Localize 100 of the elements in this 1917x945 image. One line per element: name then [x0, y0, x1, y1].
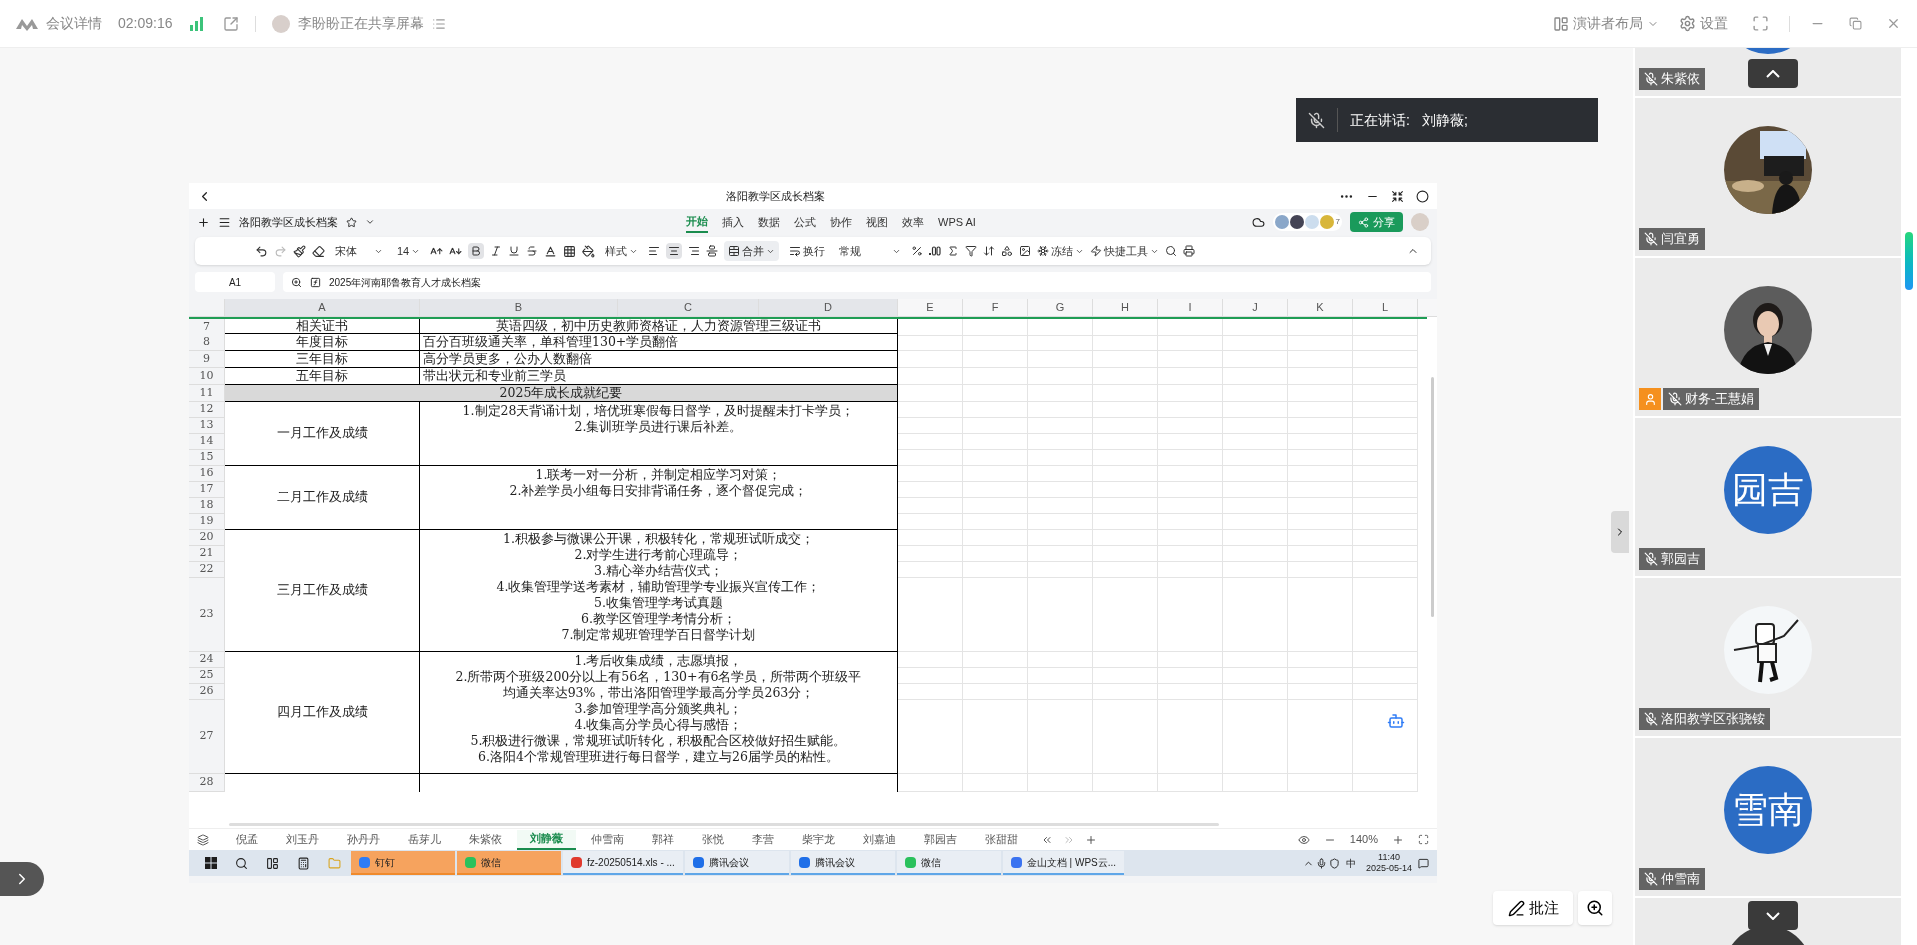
redo-icon[interactable] [274, 244, 287, 258]
caret-icon[interactable] [365, 217, 375, 227]
row-number[interactable]: 10 [189, 368, 225, 385]
format-painter-icon[interactable] [293, 244, 306, 258]
list-icon[interactable] [431, 16, 446, 31]
freeze-button[interactable]: 冻结 [1037, 242, 1085, 260]
quick-tools-button[interactable]: 快捷工具 [1090, 242, 1160, 260]
shield-icon[interactable] [1328, 857, 1340, 869]
shapes-icon[interactable] [1001, 245, 1014, 257]
row-number[interactable]: 17 [189, 482, 225, 498]
notification-icon[interactable] [1418, 857, 1429, 869]
row-number[interactable]: 16 [189, 466, 225, 482]
taskbar-app[interactable]: fz-20250514.xls - ... [563, 851, 683, 875]
row-number[interactable]: 9 [189, 351, 225, 368]
sheet-tab[interactable]: 岳芽儿 [395, 829, 454, 850]
fill-color-icon[interactable] [582, 244, 596, 258]
column-header[interactable]: G [1028, 299, 1093, 317]
expand-sidebar-button[interactable] [0, 862, 44, 896]
search-icon[interactable] [1165, 245, 1178, 257]
row-number[interactable]: 26 [189, 684, 225, 700]
input-method[interactable]: 中 [1345, 855, 1356, 871]
merge-button[interactable]: 合并 [724, 241, 780, 261]
sheet-tab[interactable]: 朱紫依 [456, 829, 515, 850]
column-header[interactable]: L [1353, 299, 1418, 317]
add-sheet-icon[interactable] [1085, 833, 1097, 846]
sheets-icon[interactable] [197, 833, 209, 846]
column-header[interactable]: H [1093, 299, 1158, 317]
column-header[interactable]: C [618, 299, 759, 317]
underline-icon[interactable] [508, 245, 521, 257]
select-all-corner[interactable] [189, 299, 225, 317]
scrollbar-thumb[interactable] [1430, 377, 1434, 617]
sort-icon[interactable] [983, 245, 996, 257]
column-header[interactable] [1418, 299, 1437, 317]
pop-out-icon[interactable] [222, 15, 239, 32]
align-right-icon[interactable] [688, 245, 701, 257]
search-icon[interactable] [235, 856, 248, 870]
align-left-icon[interactable] [648, 245, 661, 257]
assistant-icon[interactable] [1387, 712, 1405, 730]
font-dropdown[interactable]: 宋体 [331, 241, 387, 261]
scroll-up-button[interactable] [1748, 59, 1798, 88]
calculator-icon[interactable] [297, 856, 310, 870]
document-name[interactable]: 洛阳教学区成长档案 [239, 213, 338, 231]
sheet-tab[interactable]: 柴宇龙 [789, 829, 848, 850]
row-number[interactable]: 20 [189, 530, 225, 546]
image-icon[interactable] [1019, 245, 1032, 257]
scrollbar-thumb[interactable] [229, 822, 1219, 826]
row-number[interactable]: 25 [189, 668, 225, 684]
menu-tab[interactable]: WPS AI [938, 211, 976, 233]
menu-tab[interactable]: 效率 [902, 211, 924, 233]
restore-icon[interactable] [1849, 17, 1862, 30]
taskbar-app[interactable]: 腾讯会议 [790, 851, 895, 875]
layout-button[interactable]: 演讲者布局 [1553, 13, 1659, 34]
share-button[interactable]: 分享 [1350, 212, 1403, 232]
print-icon[interactable] [1183, 245, 1196, 257]
italic-icon[interactable] [490, 245, 503, 257]
sum-icon[interactable] [947, 245, 960, 257]
row-number[interactable]: 21 [189, 546, 225, 562]
percent-icon[interactable] [911, 245, 924, 257]
number-format-dropdown[interactable]: 常规 [835, 241, 906, 261]
filter-icon[interactable] [965, 245, 978, 257]
zoom-icon[interactable] [291, 276, 302, 288]
taskbar-app[interactable]: 钉钉 [351, 851, 455, 875]
zoom-button[interactable] [1578, 891, 1612, 925]
sheet-tab[interactable]: 郭园吉 [911, 829, 970, 850]
menu-tab[interactable]: 公式 [794, 211, 816, 233]
font-size-dropdown[interactable]: 14 [393, 241, 425, 261]
row-number[interactable]: 11 [189, 385, 225, 402]
sheet-tab[interactable]: 刘嘉迪 [850, 829, 909, 850]
row-number[interactable]: 13 [189, 418, 225, 434]
record-icon[interactable] [1416, 189, 1429, 203]
taskbar-app[interactable]: 腾讯会议 [684, 851, 789, 875]
collapse-panel-handle[interactable] [1611, 511, 1629, 553]
sheet-tab[interactable]: 刘静薇 [517, 829, 576, 850]
shrink-icon[interactable] [1391, 189, 1404, 203]
fullscreen-icon[interactable] [1418, 834, 1429, 845]
annotate-button[interactable]: 批注 [1493, 891, 1573, 925]
collaborator-avatars[interactable]: 7 [1272, 213, 1342, 231]
fullscreen-icon[interactable] [1752, 15, 1769, 32]
column-header[interactable]: B [420, 299, 618, 317]
folder-icon[interactable] [328, 856, 341, 870]
menu-tab[interactable]: 数据 [758, 211, 780, 233]
menu-tab[interactable]: 开始 [686, 211, 708, 233]
font-color-icon[interactable] [544, 244, 558, 258]
settings-button[interactable]: 设置 [1679, 13, 1728, 34]
row-number[interactable]: 27 [189, 700, 225, 774]
sheet-tab[interactable]: 张甜甜 [972, 829, 1031, 850]
eraser-icon[interactable] [312, 244, 325, 258]
formula-field[interactable]: 2025年河南耶鲁教育人才成长档案 [283, 272, 1431, 292]
zoom-in-icon[interactable] [1392, 833, 1404, 846]
sheet-tab[interactable]: 郭祥 [639, 829, 687, 850]
column-header[interactable]: J [1223, 299, 1288, 317]
column-header[interactable]: A [225, 299, 420, 317]
user-avatar[interactable] [1411, 213, 1429, 231]
column-header[interactable]: F [963, 299, 1028, 317]
row-number[interactable]: 28 [189, 774, 225, 792]
decimal-places-icon[interactable] [929, 246, 942, 256]
sheet-tab[interactable]: 孙丹丹 [334, 829, 393, 850]
taskbar-app[interactable]: 微信 [457, 851, 561, 875]
row-number[interactable]: 15 [189, 450, 225, 466]
close-icon[interactable] [1886, 16, 1901, 31]
